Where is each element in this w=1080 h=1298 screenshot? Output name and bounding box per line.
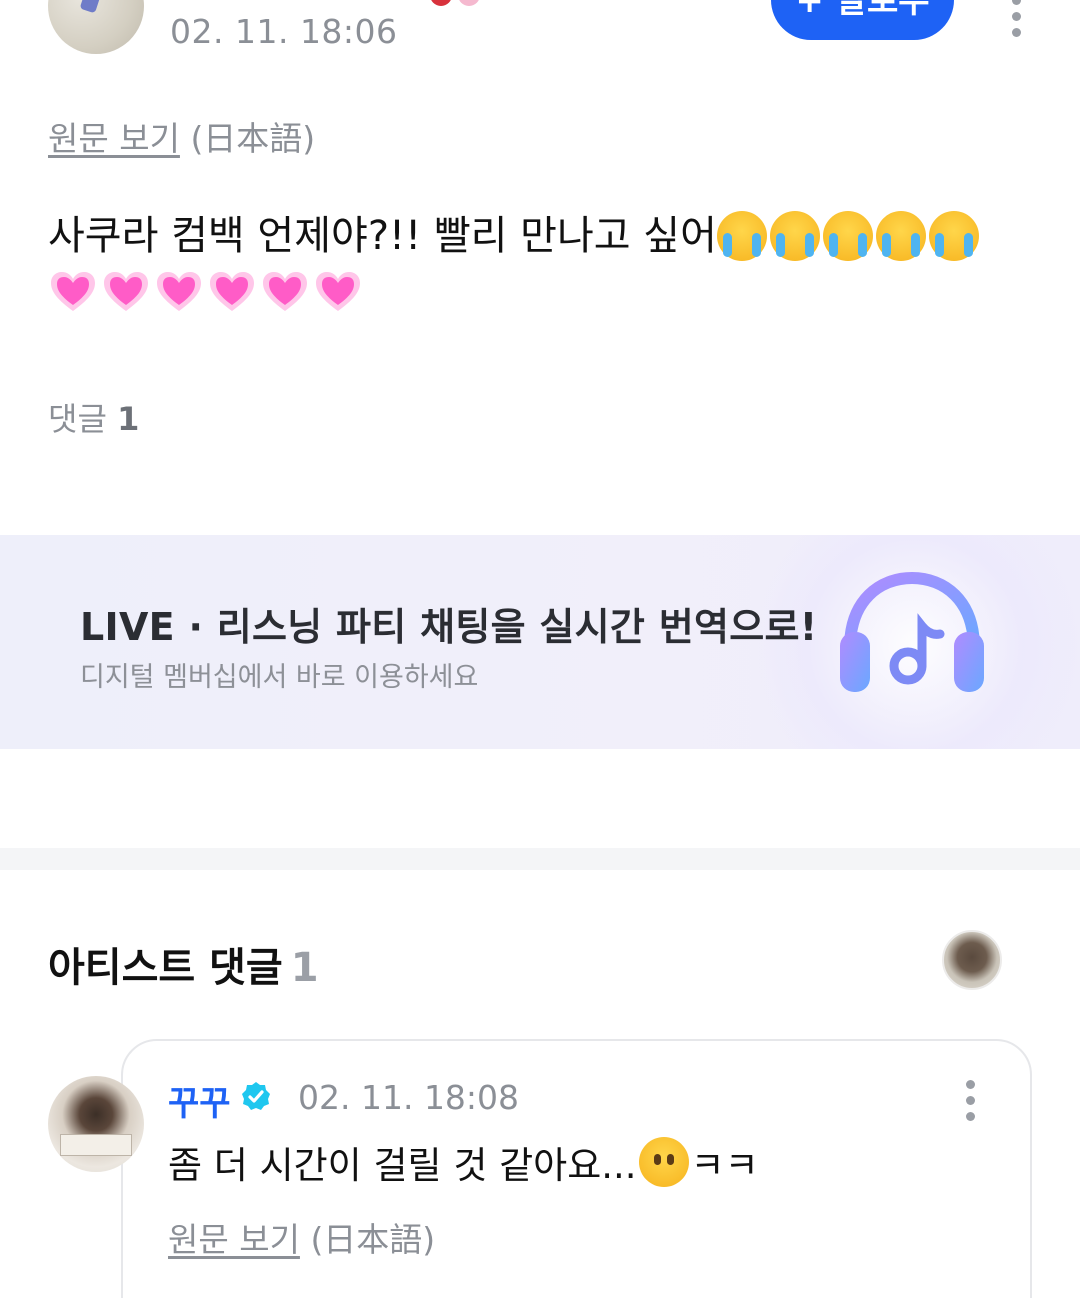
comment-count-label: 댓글 xyxy=(48,400,107,438)
comment-timestamp: 02. 11. 18:08 xyxy=(298,1078,520,1117)
commenter-avatar[interactable] xyxy=(48,1076,144,1172)
artist-comments-heading: 아티스트 댓글 1 xyxy=(48,935,319,993)
loudly-crying-face-icon xyxy=(875,211,926,261)
loudly-crying-face-icon xyxy=(822,211,873,261)
comment-count-value: 1 xyxy=(117,400,140,438)
loudly-crying-face-icon xyxy=(716,211,767,261)
post-author-avatar[interactable] xyxy=(48,0,144,54)
comment-text-main: 좀 더 시간이 걸릴 것 같아요... xyxy=(168,1144,637,1187)
post-more-icon[interactable] xyxy=(1012,0,1021,37)
comment-view-original-link[interactable]: 원문 보기 xyxy=(168,1220,300,1259)
post-body: 사쿠라 컴백 언제야?!! 빨리 만나고 싶어 xyxy=(48,205,1038,317)
loudly-crying-face-icon xyxy=(769,211,820,261)
face-without-mouth-icon xyxy=(638,1137,689,1187)
comment-view-original: 원문 보기 (日本語) xyxy=(168,1213,435,1261)
view-original-link[interactable]: 원문 보기 xyxy=(48,119,180,158)
growing-heart-icon xyxy=(48,267,98,317)
verified-badge-icon xyxy=(242,1082,270,1110)
post-body-text: 사쿠라 컴백 언제야?!! 빨리 만나고 싶어 xyxy=(48,213,717,259)
post-detail-page: 02. 11. 18:06 + 팔로우 원문 보기 (日本語) 사쿠라 컴백 언… xyxy=(0,0,1080,1298)
growing-heart-icon xyxy=(313,267,363,317)
comment-original-language: (日本語) xyxy=(310,1220,436,1259)
author-name-emoji xyxy=(430,0,520,6)
section-divider xyxy=(0,848,1080,870)
lightstick-graphic xyxy=(79,0,109,14)
banner-subtitle[interactable]: 디지털 멤버십에서 바로 이용하세요 xyxy=(80,655,478,694)
growing-heart-icon xyxy=(207,267,257,317)
loudly-crying-face-icon xyxy=(928,211,979,261)
follow-button[interactable]: + 팔로우 xyxy=(771,0,954,40)
artist-comments-count: 1 xyxy=(290,945,319,991)
original-language: (日本語) xyxy=(190,119,316,158)
post-view-original: 원문 보기 (日本語) xyxy=(48,112,315,160)
post-timestamp: 02. 11. 18:06 xyxy=(170,12,398,51)
artist-comments-title: 아티스트 댓글 xyxy=(48,945,283,991)
growing-heart-icon xyxy=(154,267,204,317)
commenter-name[interactable]: 꾸꾸 xyxy=(168,1076,231,1125)
growing-heart-icon xyxy=(101,267,151,317)
growing-heart-icon xyxy=(260,267,310,317)
comment-count[interactable]: 댓글 1 xyxy=(48,394,139,440)
avatar-sign-graphic xyxy=(60,1134,132,1156)
comment-text-tail: ㅋㅋ xyxy=(690,1144,759,1187)
banner-title[interactable]: LIVE · 리스닝 파티 채팅을 실시간 번역으로! xyxy=(80,596,817,651)
comment-more-icon[interactable] xyxy=(966,1080,975,1121)
comment-text: 좀 더 시간이 걸릴 것 같아요... ㅋㅋ xyxy=(168,1135,759,1189)
headphones-icon xyxy=(840,571,984,692)
artist-avatar[interactable] xyxy=(942,930,1002,990)
